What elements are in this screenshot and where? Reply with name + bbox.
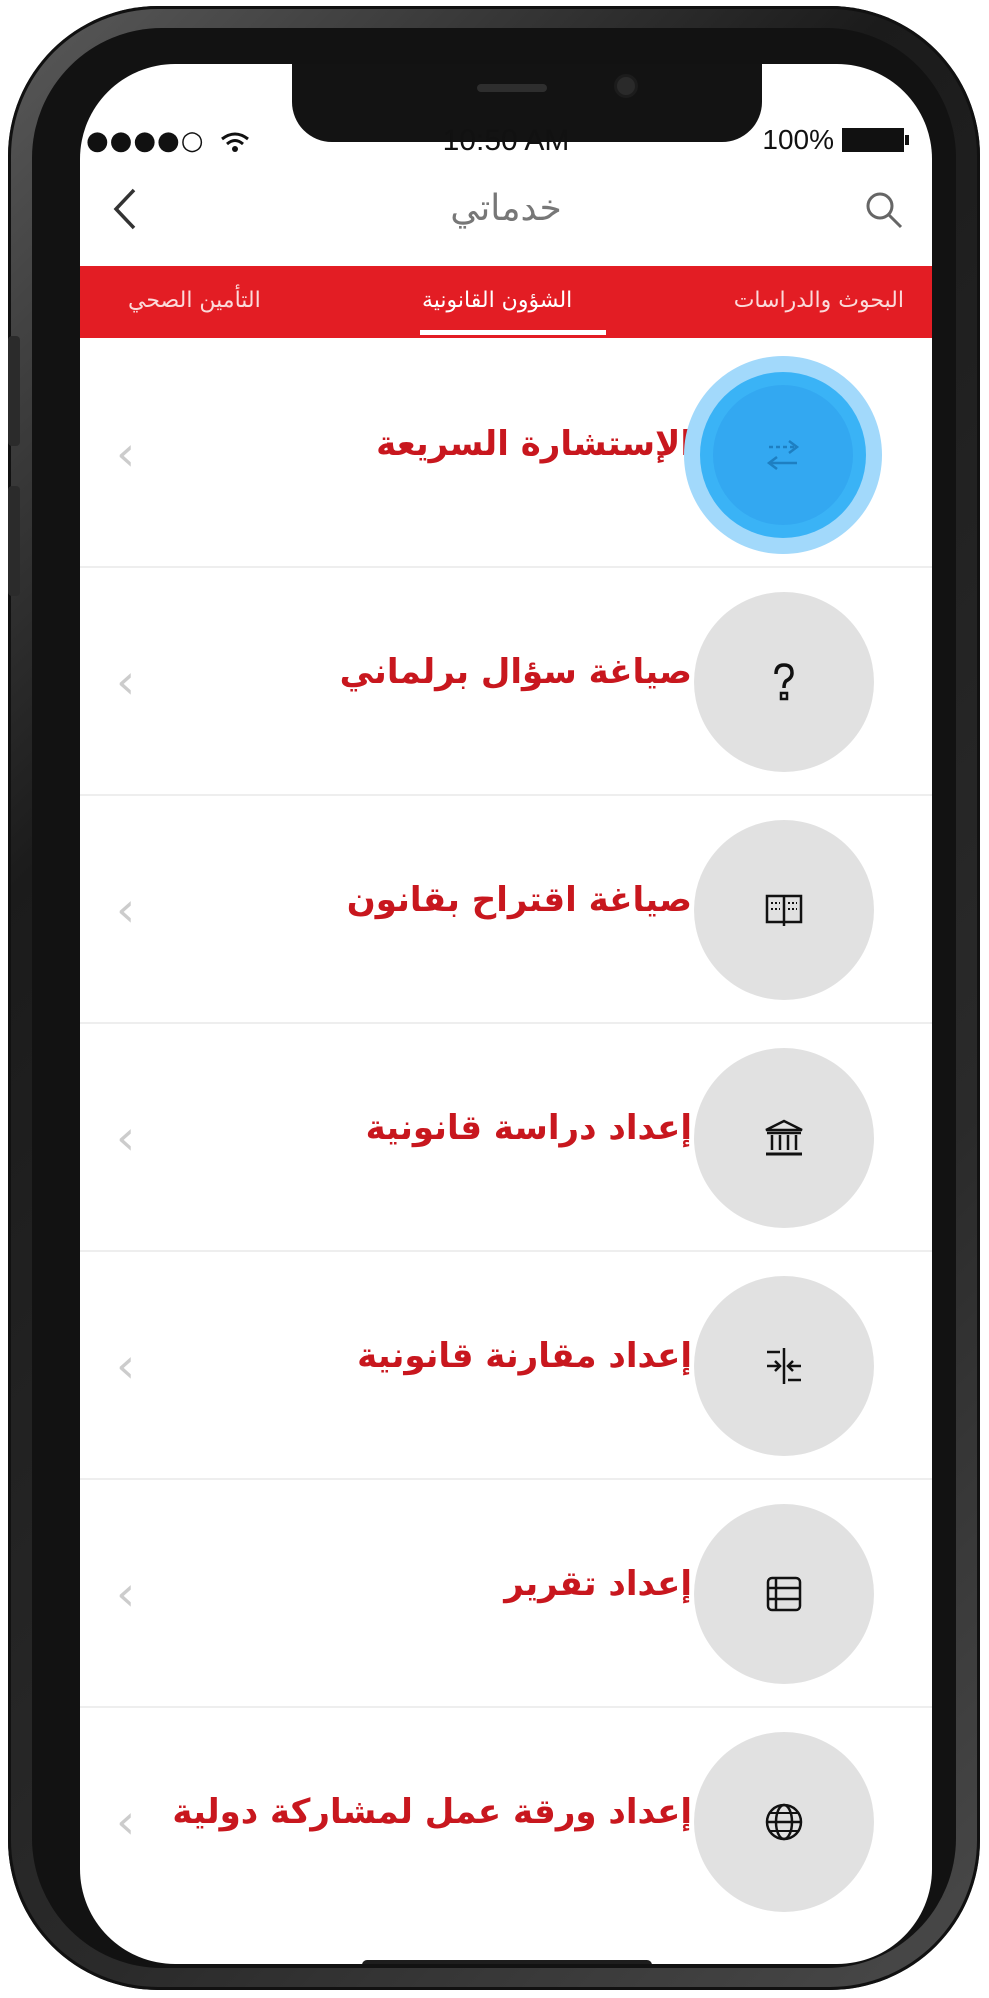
- chevron-left-icon: ‹: [116, 1110, 136, 1166]
- tab-legal-affairs[interactable]: الشؤون القانونية: [422, 288, 572, 313]
- chevron-left-icon: ‹: [116, 1566, 136, 1622]
- battery-percent: 100%: [762, 124, 834, 155]
- highlight-core: [713, 385, 853, 525]
- tab-health-insurance[interactable]: التأمين الصحي: [128, 288, 261, 313]
- service-label: صياغة سؤال برلماني: [339, 652, 692, 692]
- list-item[interactable]: ‹ الإستشارة السريعة: [80, 338, 932, 568]
- swap-arrows-icon: [766, 440, 800, 470]
- volume-up-button: [8, 336, 20, 446]
- icon-circle: [694, 592, 874, 772]
- camera: [614, 74, 638, 98]
- list-item[interactable]: ‹ إعداد دراسة قانونية: [80, 1022, 932, 1252]
- service-label: إعداد دراسة قانونية: [365, 1108, 692, 1148]
- page-title: خدماتي: [450, 188, 562, 229]
- question-icon: [774, 663, 794, 701]
- tab-research[interactable]: البحوث والدراسات: [734, 288, 904, 313]
- search-icon[interactable]: [864, 190, 904, 230]
- speaker: [477, 84, 547, 92]
- chevron-left-icon: ‹: [116, 654, 136, 710]
- service-label: صياغة اقتراح بقانون: [346, 880, 692, 920]
- open-book-icon: [765, 894, 803, 926]
- chevron-left-icon: ‹: [116, 1338, 136, 1394]
- battery-status: 100%: [762, 124, 909, 156]
- volume-down-button: [8, 486, 20, 596]
- icon-circle: [694, 1048, 874, 1228]
- battery-icon: [842, 128, 909, 152]
- globe-icon: [765, 1803, 803, 1841]
- home-indicator: [362, 1960, 652, 1964]
- icon-circle: [694, 1276, 874, 1456]
- nav-bar: خدماتي: [80, 168, 932, 258]
- icon-circle: [694, 1504, 874, 1684]
- list-item[interactable]: ‹ صياغة سؤال برلماني: [80, 566, 932, 796]
- phone-frame: ●●●●○ 10:50 AM 100% خدماتي البحوث والدرا…: [8, 6, 980, 1990]
- icon-circle: [694, 1732, 874, 1912]
- list-item[interactable]: ‹ صياغة اقتراح بقانون: [80, 794, 932, 1024]
- status-bar: ●●●●○ 10:50 AM 100%: [80, 122, 932, 162]
- icon-circle: [694, 820, 874, 1000]
- service-label: الإستشارة السريعة: [376, 424, 692, 464]
- compare-arrows-icon: [767, 1348, 801, 1384]
- list-icon: [766, 1576, 802, 1612]
- service-label: إعداد تقرير: [504, 1564, 692, 1604]
- chevron-left-icon: ‹: [116, 426, 136, 482]
- service-label: إعداد ورقة عمل لمشاركة دولية: [172, 1792, 692, 1832]
- list-item[interactable]: ‹ إعداد مقارنة قانونية: [80, 1250, 932, 1480]
- active-tab-underline: [420, 330, 606, 335]
- service-label: إعداد مقارنة قانونية: [357, 1336, 692, 1376]
- category-tabs: البحوث والدراسات الشؤون القانونية التأمي…: [80, 266, 932, 338]
- list-item[interactable]: ‹ إعداد تقرير: [80, 1478, 932, 1708]
- institution-icon: [765, 1119, 803, 1156]
- screen: ●●●●○ 10:50 AM 100% خدماتي البحوث والدرا…: [80, 64, 932, 1964]
- swap-arrows-icon-circle: [700, 372, 866, 538]
- chevron-left-icon: ‹: [116, 882, 136, 938]
- list-item[interactable]: ‹ إعداد ورقة عمل لمشاركة دولية: [80, 1706, 932, 1934]
- chevron-left-icon: ‹: [116, 1794, 136, 1850]
